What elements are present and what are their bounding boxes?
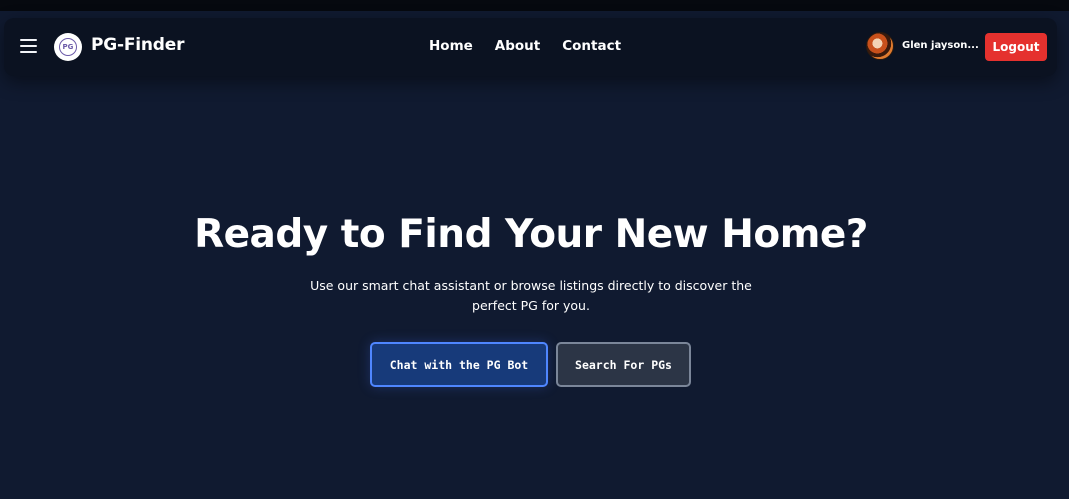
hero-subtitle: Use our smart chat assistant or browse l… — [0, 276, 1062, 316]
nav-link-contact[interactable]: Contact — [562, 38, 621, 54]
chat-with-bot-button[interactable]: Chat with the PG Bot — [370, 342, 548, 387]
menu-icon[interactable] — [20, 39, 37, 53]
nav-link-home[interactable]: Home — [429, 38, 473, 54]
hero-subtitle-line: perfect PG for you. — [472, 298, 590, 313]
nav-links: Home About Contact — [429, 38, 621, 54]
logout-button[interactable]: Logout — [985, 33, 1047, 61]
avatar[interactable] — [866, 32, 894, 60]
window-top-strip — [0, 0, 1069, 11]
brand-name[interactable]: PG-Finder — [91, 35, 184, 55]
logo-icon[interactable]: PG — [54, 33, 82, 61]
search-pgs-button[interactable]: Search For PGs — [556, 342, 691, 387]
user-name[interactable]: Glen jayson... — [902, 40, 979, 51]
menu-icon-bar — [20, 39, 37, 41]
hero-subtitle-line: Use our smart chat assistant or browse l… — [310, 278, 752, 293]
hero-title: Ready to Find Your New Home? — [194, 212, 868, 257]
nav-link-about[interactable]: About — [495, 38, 540, 54]
menu-icon-bar — [20, 51, 37, 53]
logo-text: PG — [59, 38, 77, 56]
menu-icon-bar — [20, 45, 37, 47]
navbar: PG PG-Finder Home About Contact Glen jay… — [4, 18, 1057, 76]
